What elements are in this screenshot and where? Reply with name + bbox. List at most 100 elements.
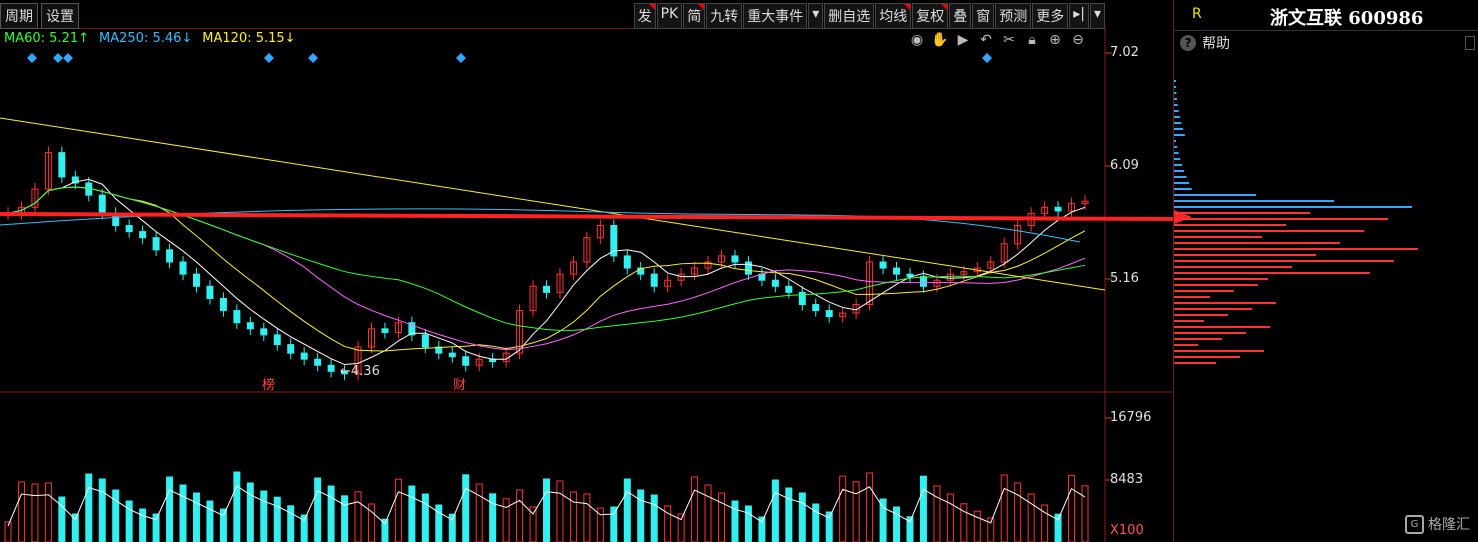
chip-bar (1174, 362, 1216, 364)
volume-bar (543, 478, 550, 542)
chip-bar (1174, 230, 1364, 232)
chip-bar (1174, 140, 1176, 142)
volume-bar (973, 510, 981, 542)
candle-body (219, 297, 227, 312)
volume-bar (879, 498, 887, 542)
ma-line (7, 186, 1086, 351)
candle-body (300, 352, 308, 360)
candle-body (246, 322, 254, 330)
chip-bar (1174, 104, 1178, 106)
chip-bar (1174, 308, 1252, 310)
chip-bar (1174, 290, 1234, 292)
volume-bar (852, 481, 860, 542)
volume-bar (287, 505, 295, 542)
volume-bar (354, 491, 362, 542)
chip-bar (1174, 110, 1179, 112)
chip-bar (1174, 212, 1310, 214)
volume-bar (341, 495, 349, 542)
volume-bar (31, 483, 39, 542)
chip-bars (1174, 80, 1418, 364)
chip-bar (1174, 146, 1178, 148)
volume-bar (1027, 493, 1035, 542)
volume-bar (691, 476, 699, 542)
chip-bar (1174, 242, 1340, 244)
volume-bar (327, 485, 335, 542)
price-tick-high: 7.02 (1110, 45, 1139, 60)
bang-marker[interactable]: 榜 (262, 374, 275, 393)
low-price-marker: ←4.36 (340, 364, 380, 379)
chip-bar (1174, 344, 1198, 346)
chip-bar (1174, 332, 1246, 334)
chip-bar (1174, 272, 1370, 274)
chip-bar (1174, 176, 1187, 178)
chip-bar (1174, 170, 1185, 172)
chip-bar (1174, 326, 1270, 328)
chip-bar (1174, 218, 1388, 220)
watermark: G 格隆汇 (1405, 514, 1470, 534)
candle-body (166, 249, 174, 263)
event-diamond-icon (982, 53, 992, 63)
chip-bar (1174, 134, 1185, 136)
volume-bar (583, 493, 591, 542)
volume-bar (233, 471, 241, 542)
chip-bar (1174, 296, 1210, 298)
chip-bar (1174, 98, 1177, 100)
event-diamond-icon (27, 53, 37, 63)
volume-bar (1081, 485, 1089, 542)
volume-bar (610, 506, 618, 542)
volume-bar (893, 506, 901, 542)
volume-bar (650, 494, 658, 542)
volume-bar (798, 492, 806, 542)
volume-bar (731, 500, 739, 542)
chip-bar (1174, 122, 1182, 124)
volume-bar (946, 493, 954, 542)
volume-bar (569, 491, 577, 542)
cai-marker[interactable]: 财 (453, 374, 466, 393)
volume-bar (718, 492, 726, 542)
volume-bar (839, 475, 847, 542)
volume-bar (314, 477, 322, 542)
volume-bar (206, 500, 214, 542)
chip-bar (1174, 116, 1180, 118)
volume-bar (139, 508, 147, 542)
volume-bar (516, 489, 524, 542)
candle-body (893, 267, 901, 275)
volume-bar (17, 481, 25, 542)
volume-tick-high: 16796 (1110, 410, 1152, 425)
volume-bar (192, 492, 200, 542)
candle-body (623, 255, 631, 269)
volume-bar (219, 508, 227, 542)
chip-bar (1174, 206, 1412, 208)
candle-body (125, 225, 133, 233)
chip-bar (1174, 314, 1228, 316)
chip-bar (1174, 128, 1183, 130)
candle-body (287, 344, 295, 354)
volume-bar (866, 472, 874, 542)
volume-bar (1068, 474, 1076, 542)
volume-bar (125, 500, 133, 542)
volume-bar (960, 503, 968, 542)
chip-bar (1174, 224, 1286, 226)
volume-bar (489, 493, 497, 542)
volume-bar (179, 484, 187, 542)
volume-bar (1000, 474, 1008, 542)
watermark-text: 格隆汇 (1428, 517, 1470, 533)
volume-tick-mid: 8483 (1110, 472, 1144, 487)
chip-bar (1174, 254, 1316, 256)
volume-bar (502, 498, 510, 542)
volume-bar (152, 513, 160, 542)
candle-body (233, 310, 241, 324)
low-price-label: 4.36 (350, 364, 380, 379)
candle-body (919, 276, 927, 287)
chip-bar (1174, 284, 1258, 286)
volume-bar (408, 485, 416, 542)
price-tick-mid: 6.09 (1110, 158, 1139, 173)
candlestick-chart (0, 28, 1173, 542)
event-diamond-icon (456, 53, 466, 63)
chip-bar (1174, 80, 1176, 82)
candle-body (206, 285, 214, 299)
chip-bar (1174, 194, 1256, 196)
chip-bar (1174, 248, 1418, 250)
chip-bar (1174, 152, 1179, 154)
volume-bar (744, 505, 752, 542)
